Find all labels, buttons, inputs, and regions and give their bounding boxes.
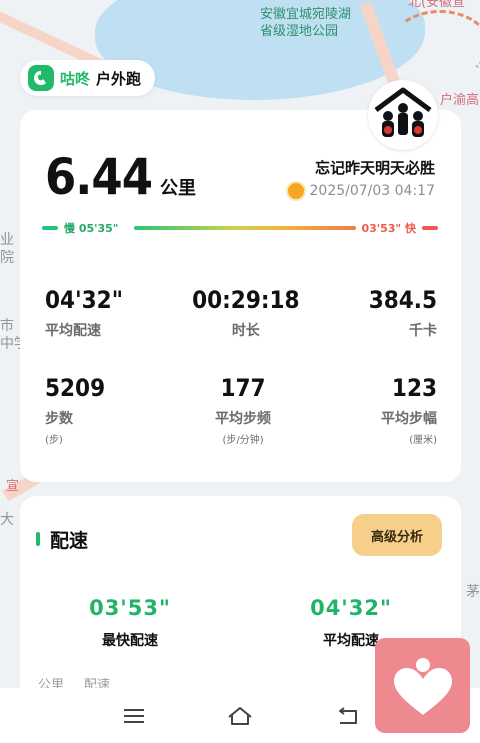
stat-steps: 5209 步数 (步) [45, 374, 105, 446]
map-label-left: 宣 [6, 479, 20, 494]
stat-average-pace: 04'32" 平均配速 [45, 286, 123, 340]
pace-range-bar: 慢 05'35" 03'53" 快 [42, 218, 438, 238]
distance-block: 6.44 公里 [45, 148, 196, 206]
stat-value: 123 [391, 374, 437, 402]
stat-value: 384.5 [368, 286, 437, 314]
section-accent-bar [36, 532, 40, 546]
brand-name: 咕咚 [60, 69, 91, 88]
pace-slow-marker [42, 226, 58, 230]
stat-value: 177 [220, 374, 266, 402]
activity-mode: 户外跑 [96, 69, 142, 88]
stat-label: 千卡 [408, 323, 437, 339]
fastest-pace: 03'53" 最快配速 [50, 596, 210, 650]
fastest-pace-label: 最快配速 [102, 633, 158, 649]
stat-value: 5209 [45, 374, 106, 402]
stat-cadence: 177 平均步频 (步/分钟) [215, 374, 271, 446]
gudong-logo-icon [28, 65, 54, 91]
stat-value: 00:29:18 [192, 286, 300, 314]
stat-label: 平均步频 [215, 411, 272, 427]
stat-label: 步数 [45, 411, 73, 427]
stats-row: 04'32" 平均配速 00:29:18 时长 384.5 千卡 [45, 286, 437, 340]
stats-row: 5209 步数 (步) 177 平均步频 (步/分钟) 123 平均步幅 (厘米… [45, 374, 437, 446]
brand-pill: 咕咚 户外跑 [20, 60, 156, 96]
heart-person-icon[interactable] [375, 638, 470, 733]
map-label-top-right: 北(安徽宣 [408, 0, 466, 10]
pace-fast-marker [422, 226, 438, 230]
sun-icon [287, 183, 304, 199]
map-label-right: 茅 [466, 584, 480, 600]
fastest-pace-value: 03'53" [89, 596, 171, 620]
workout-summary-card: 6.44 公里 忘记昨天明天必胜 2025/07/03 04:17 慢 05'3… [20, 110, 461, 482]
pace-fast-label: 03'53" 快 [361, 222, 416, 235]
datetime-text: 2025/07/03 04:17 [309, 183, 436, 199]
stat-label: 时长 [231, 323, 260, 339]
stat-unit: (步) [45, 435, 63, 446]
stat-label: 平均步幅 [381, 411, 437, 427]
pace-gradient [134, 226, 356, 230]
user-slogan: 忘记昨天明天必胜 [314, 159, 435, 177]
distance-value: 6.44 [45, 148, 153, 206]
user-avatar[interactable] [368, 80, 438, 150]
map-label-left: 业 [0, 232, 14, 248]
pace-slow-label: 慢 05'35" [64, 222, 119, 235]
back-icon[interactable] [334, 702, 362, 730]
average-pace-value: 04'32" [310, 596, 392, 620]
menu-icon[interactable] [120, 702, 148, 730]
map-label-left: 院 [0, 250, 14, 266]
advanced-analysis-button[interactable]: 高级分析 [352, 514, 442, 556]
stat-stride: 123 平均步幅 (厘米) [381, 374, 437, 446]
distance-unit: 公里 [160, 178, 196, 199]
map-lake-label: 安徽宜城宛陵湖 省级湿地公园 [260, 7, 352, 39]
stat-value: 04'32" [45, 286, 123, 314]
map-label-left: 市 [0, 318, 14, 334]
average-pace-label: 平均配速 [323, 633, 379, 649]
stat-unit: (厘米) [409, 435, 437, 446]
stat-label: 平均配速 [45, 323, 101, 339]
map-label-left: 大 [0, 512, 14, 528]
stat-duration: 00:29:18 时长 [192, 286, 299, 340]
map-route-dashed [390, 10, 480, 80]
home-icon[interactable] [226, 702, 254, 730]
section-title: 配速 [50, 530, 89, 552]
stat-calories: 384.5 千卡 [369, 286, 437, 340]
stat-unit: (步/分钟) [222, 435, 264, 446]
workout-datetime: 2025/07/03 04:17 [287, 183, 436, 199]
map-road-label: 户渝高 [440, 93, 480, 108]
